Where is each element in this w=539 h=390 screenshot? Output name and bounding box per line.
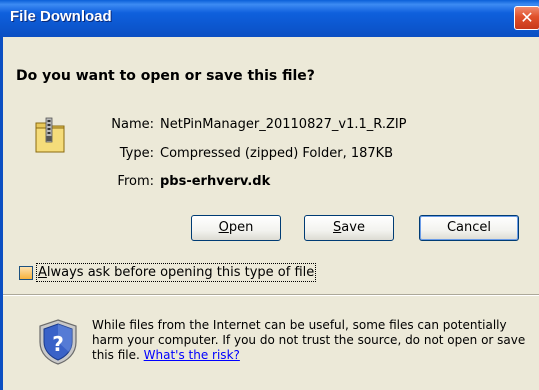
open-button-label: pen [228,220,254,235]
open-button[interactable]: Open [191,215,281,241]
save-button-label: ave [341,220,365,235]
separator-highlight [3,295,539,296]
title-bar[interactable]: File Download ✕ [0,0,539,37]
type-label: Type: [119,146,154,161]
cancel-button-label: Cancel [446,220,492,235]
always-ask-text: lways ask before opening this type of fi… [46,265,315,280]
file-name: NetPinManager_20110827_v1.1_R.ZIP [160,117,407,132]
window-frame [0,37,3,390]
dialog-question: Do you want to open or save this file? [16,68,315,84]
security-warning: While files from the Internet can be use… [92,318,532,363]
from-label: From: [117,174,154,189]
cancel-button[interactable]: Cancel [419,215,519,241]
file-source: pbs-erhverv.dk [160,174,271,189]
always-ask-label[interactable]: Always ask before opening this type of f… [35,263,317,282]
save-button[interactable]: Save [304,215,394,241]
zip-folder-icon [35,117,65,153]
open-button-mnemonic: O [218,220,229,235]
name-label: Name: [111,117,154,132]
file-type: Compressed (zipped) Folder, 187KB [160,146,394,161]
close-button[interactable]: ✕ [514,6,539,30]
always-ask-checkbox[interactable] [19,266,33,280]
window-title: File Download [10,8,112,25]
whats-the-risk-link[interactable]: What's the risk? [144,348,240,362]
close-icon: ✕ [520,8,534,27]
svg-text:?: ? [52,332,64,356]
always-ask-mnemonic: A [38,265,47,280]
shield-question-icon: ? [39,319,77,365]
